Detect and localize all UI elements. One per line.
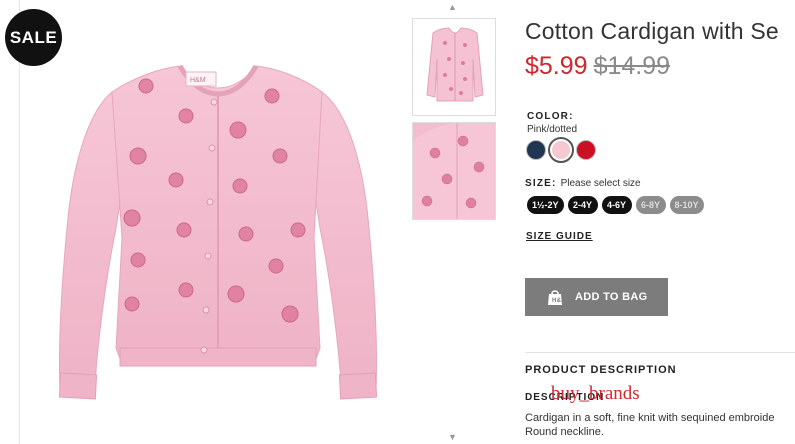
- product-main-image[interactable]: H&M: [40, 18, 400, 428]
- thumbnail-detail[interactable]: [412, 122, 496, 220]
- color-label: COLOR:: [527, 111, 574, 122]
- size-option[interactable]: 8-10Y: [669, 196, 704, 214]
- thumbnail-strip: ▲ ▼: [410, 0, 500, 444]
- size-label: SIZE:: [525, 178, 557, 189]
- size-options: 1½-2Y 2-4Y 4-6Y 6-8Y 8-10Y: [527, 196, 704, 214]
- description-line: Round neckline.: [525, 426, 604, 438]
- color-selected-value: Pink/dotted: [527, 124, 578, 135]
- chevron-up-icon[interactable]: ▲: [448, 2, 457, 12]
- chevron-down-icon[interactable]: ▼: [448, 432, 457, 442]
- price-row: $5.99 $14.99: [525, 52, 670, 81]
- thumbnail-front[interactable]: [412, 18, 496, 116]
- color-swatch-navy[interactable]: [526, 140, 546, 160]
- add-to-bag-button[interactable]: H&M ADD TO BAG: [525, 278, 668, 316]
- svg-text:H&M: H&M: [190, 77, 206, 84]
- size-hint: Please select size: [560, 178, 641, 189]
- size-guide-link[interactable]: SIZE GUIDE: [526, 231, 593, 242]
- description-text: Cardigan in a soft, fine knit with sequi…: [525, 411, 774, 439]
- size-option[interactable]: 6-8Y: [635, 196, 666, 214]
- sale-badge: SALE: [5, 9, 62, 66]
- original-price: $14.99: [593, 52, 671, 80]
- svg-text:H&M: H&M: [552, 298, 565, 304]
- page-left-border: [19, 0, 20, 444]
- description-line: Cardigan in a soft, fine knit with sequi…: [525, 412, 775, 424]
- sale-price: $5.99: [525, 52, 588, 80]
- size-option[interactable]: 1½-2Y: [527, 196, 564, 214]
- watermark-text: buy_brands: [551, 383, 640, 404]
- size-option[interactable]: 4-6Y: [601, 196, 632, 214]
- product-title: Cotton Cardigan with Se: [525, 18, 779, 44]
- section-divider: [525, 352, 795, 353]
- shopping-bag-icon: H&M: [548, 290, 565, 305]
- color-swatch-red[interactable]: [576, 140, 596, 160]
- product-description-heading: PRODUCT DESCRIPTION: [525, 364, 677, 376]
- color-swatch-pink[interactable]: [548, 137, 574, 163]
- add-to-bag-label: ADD TO BAG: [575, 291, 648, 303]
- size-row: SIZE: Please select size: [525, 178, 641, 189]
- size-option[interactable]: 2-4Y: [567, 196, 598, 214]
- color-swatches: [526, 137, 596, 163]
